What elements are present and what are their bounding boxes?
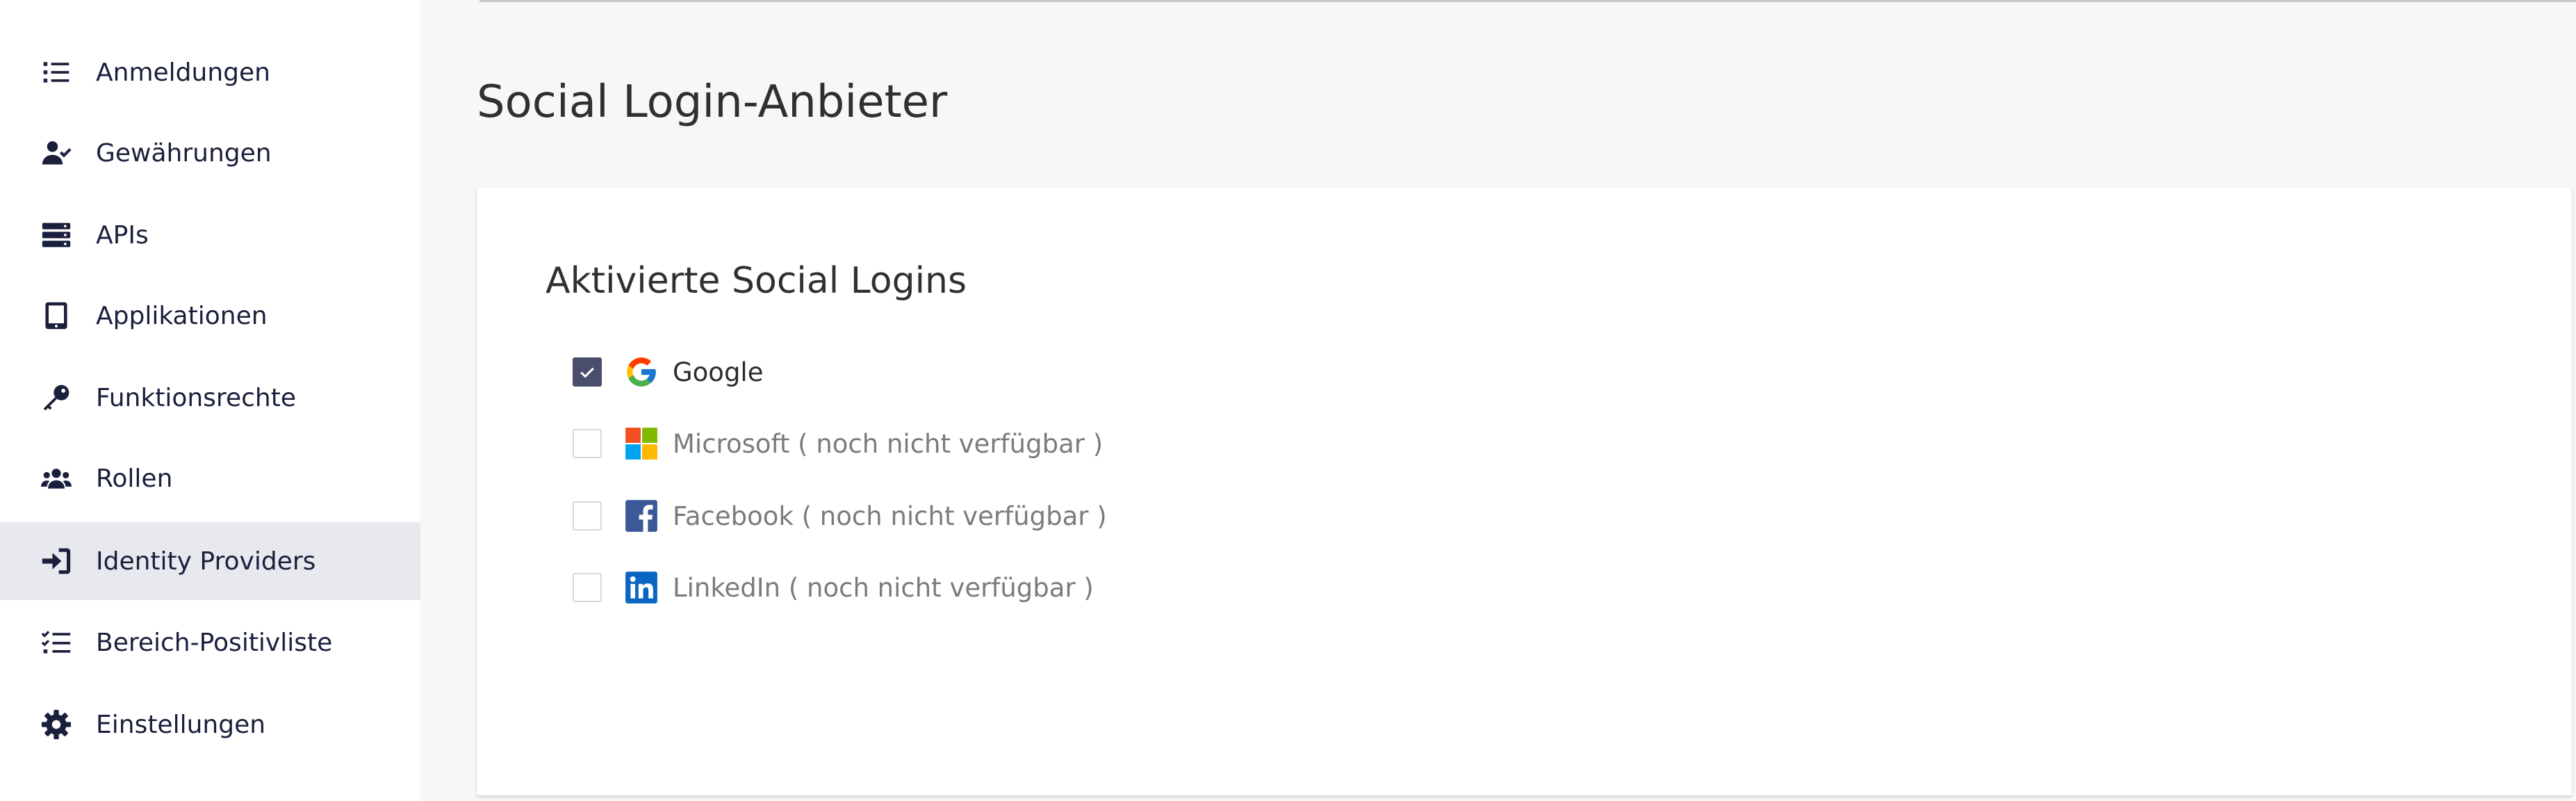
sidebar-item-label: APIs xyxy=(96,220,149,250)
sidebar: Anmeldungen Gewährungen APIs Applikation… xyxy=(0,0,420,801)
sidebar-item-rollen[interactable]: Rollen xyxy=(0,439,420,517)
sidebar-item-funktionsrechte[interactable]: Funktionsrechte xyxy=(0,359,420,437)
sidebar-item-label: Gewährungen xyxy=(96,138,272,168)
sidebar-item-label: Applikationen xyxy=(96,301,268,330)
provider-facebook: Facebook ( noch nicht verfügbar ) xyxy=(573,495,1107,537)
list-icon xyxy=(40,56,72,88)
card-title: Aktivierte Social Logins xyxy=(545,260,967,302)
checklist-icon xyxy=(40,626,72,658)
provider-linkedin: LinkedIn ( noch nicht verfügbar ) xyxy=(573,567,1094,608)
sidebar-item-label: Identity Providers xyxy=(96,547,316,576)
sidebar-item-label: Rollen xyxy=(96,464,173,493)
users-icon xyxy=(40,462,72,494)
sidebar-item-apis[interactable]: APIs xyxy=(0,196,420,274)
sidebar-item-label: Einstellungen xyxy=(96,710,266,739)
page-title: Social Login-Anbieter xyxy=(477,76,948,128)
provider-label: Facebook ( noch nicht verfügbar ) xyxy=(673,501,1107,531)
sidebar-item-applikationen[interactable]: Applikationen xyxy=(0,277,420,355)
server-icon xyxy=(40,219,72,251)
header-divider xyxy=(479,0,2576,2)
microsoft-checkbox[interactable] xyxy=(573,429,602,458)
check-icon xyxy=(580,367,594,378)
google-icon xyxy=(624,355,659,389)
gear-icon xyxy=(40,709,72,741)
user-check-icon xyxy=(40,137,72,169)
microsoft-icon xyxy=(624,426,659,461)
provider-microsoft: Microsoft ( noch nicht verfügbar ) xyxy=(573,423,1103,464)
sign-in-icon xyxy=(40,545,72,577)
sidebar-item-identity-providers[interactable]: Identity Providers xyxy=(0,522,420,600)
social-logins-card: Aktivierte Social Logins Google Microsof… xyxy=(477,188,2572,795)
sidebar-item-label: Anmeldungen xyxy=(96,58,270,87)
provider-label: LinkedIn ( noch nicht verfügbar ) xyxy=(673,572,1094,603)
provider-google: Google xyxy=(573,351,763,393)
sidebar-item-bereich-positivliste[interactable]: Bereich-Positivliste xyxy=(0,604,420,681)
sidebar-item-anmeldungen[interactable]: Anmeldungen xyxy=(0,33,420,111)
provider-label: Microsoft ( noch nicht verfügbar ) xyxy=(673,428,1104,459)
sidebar-item-label: Bereich-Positivliste xyxy=(96,628,333,657)
sidebar-item-einstellungen[interactable]: Einstellungen xyxy=(0,686,420,763)
provider-label: Google xyxy=(673,357,764,387)
facebook-checkbox[interactable] xyxy=(573,501,602,531)
sidebar-item-gewaehrungen[interactable]: Gewährungen xyxy=(0,114,420,192)
sidebar-item-label: Funktionsrechte xyxy=(96,383,296,412)
facebook-icon xyxy=(624,499,659,533)
key-icon xyxy=(40,382,72,414)
google-checkbox[interactable] xyxy=(573,357,602,387)
tablet-icon xyxy=(40,300,72,332)
linkedin-icon xyxy=(624,570,659,605)
linkedin-checkbox[interactable] xyxy=(573,573,602,602)
